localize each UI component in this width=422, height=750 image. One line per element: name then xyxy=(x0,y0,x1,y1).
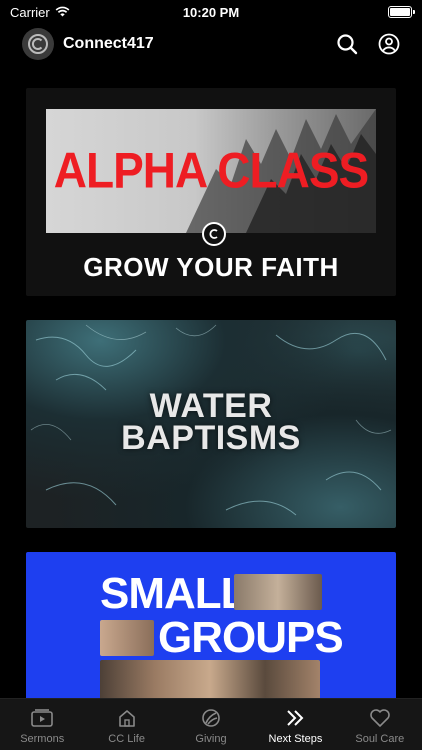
tab-giving-label: Giving xyxy=(195,733,227,745)
group-photo xyxy=(100,620,154,656)
home-icon xyxy=(115,707,139,729)
tab-next-steps-label: Next Steps xyxy=(268,733,323,745)
chevrons-icon xyxy=(283,707,307,729)
card-alpha-class[interactable]: ALPHA CLASS GROW YOUR FAITH xyxy=(26,88,396,296)
app-header: Connect417 xyxy=(0,26,422,62)
tab-soul-care[interactable]: Soul Care xyxy=(338,699,422,750)
logo-icon[interactable] xyxy=(22,28,54,60)
tab-bar: Sermons CC Life Giving Next Steps Soul C… xyxy=(0,698,422,750)
tab-sermons[interactable]: Sermons xyxy=(0,699,84,750)
tab-next-steps[interactable]: Next Steps xyxy=(253,699,337,750)
tab-cc-life-label: CC Life xyxy=(108,733,145,745)
tab-cc-life[interactable]: CC Life xyxy=(84,699,168,750)
carrier-label: Carrier xyxy=(10,4,50,20)
wifi-icon xyxy=(55,5,70,20)
status-left: Carrier xyxy=(10,5,160,20)
church-logo-icon xyxy=(202,222,226,246)
alpha-subtitle: GROW YOUR FAITH xyxy=(83,252,339,282)
heart-icon xyxy=(368,707,392,729)
alpha-title: ALPHA CLASS xyxy=(53,141,369,199)
profile-icon[interactable] xyxy=(376,31,402,57)
water-title: WATER BAPTISMS xyxy=(26,387,396,457)
groups-title-line2: GROUPS xyxy=(158,613,344,662)
water-title-line1: WATER xyxy=(149,387,273,425)
play-icon xyxy=(30,707,54,729)
status-right xyxy=(262,6,415,18)
tab-soul-care-label: Soul Care xyxy=(355,733,405,745)
groups-title-line1: SMALL xyxy=(100,569,248,618)
status-time: 10:20 PM xyxy=(182,4,240,20)
status-bar: Carrier 10:20 PM xyxy=(0,0,422,24)
next-steps-feed: ALPHA CLASS GROW YOUR FAITH WATER BAPTIS… xyxy=(26,88,396,712)
group-photo xyxy=(234,574,322,610)
alpha-banner-image: ALPHA CLASS xyxy=(46,109,376,233)
group-photo xyxy=(100,660,320,700)
card-water-baptisms[interactable]: WATER BAPTISMS xyxy=(26,320,396,528)
app-title: Connect417 xyxy=(63,35,154,52)
giving-icon xyxy=(199,707,223,729)
water-title-line2: BAPTISMS xyxy=(121,419,301,457)
search-icon[interactable] xyxy=(334,31,360,57)
battery-fill xyxy=(390,8,410,16)
tab-sermons-label: Sermons xyxy=(20,733,65,745)
card-small-groups[interactable]: SMALL GROUPS xyxy=(26,552,396,712)
battery-icon xyxy=(388,6,415,18)
tab-giving[interactable]: Giving xyxy=(169,699,253,750)
